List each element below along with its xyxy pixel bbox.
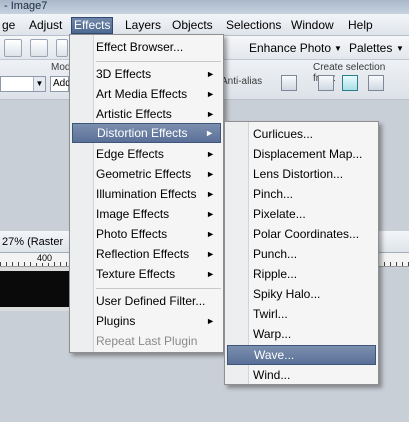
selection-all-icon[interactable] bbox=[281, 75, 297, 91]
mode-combo[interactable]: Add bbox=[50, 76, 71, 92]
menu-item-reflection-effects[interactable]: Reflection Effects ► bbox=[72, 244, 221, 264]
selection-from-vector-icon[interactable] bbox=[368, 75, 384, 91]
window-title: - Image7 bbox=[4, 0, 48, 12]
menu-adjust[interactable]: Adjust bbox=[27, 17, 64, 34]
submenu-arrow-icon: ► bbox=[206, 89, 215, 99]
menu-item-twirl[interactable]: Twirl... bbox=[227, 304, 376, 324]
menu-item-artistic-effects[interactable]: Artistic Effects ► bbox=[72, 104, 221, 124]
menu-item-polar-coordinates[interactable]: Polar Coordinates... bbox=[227, 224, 376, 244]
menu-item-pinch[interactable]: Pinch... bbox=[227, 184, 376, 204]
menu-item-image-effects[interactable]: Image Effects ► bbox=[72, 204, 221, 224]
menu-item-label: Image Effects bbox=[96, 207, 170, 221]
menu-item-label: Artistic Effects bbox=[96, 107, 172, 121]
submenu-arrow-icon: ► bbox=[206, 249, 215, 259]
menu-objects[interactable]: Objects bbox=[170, 17, 215, 34]
menu-item-label: 3D Effects bbox=[96, 67, 152, 81]
submenu-arrow-icon: ► bbox=[206, 209, 215, 219]
menu-item-displacement-map[interactable]: Displacement Map... bbox=[227, 144, 376, 164]
submenu-arrow-icon: ► bbox=[206, 229, 215, 239]
menu-bar: ge Adjust Effects Layers Objects Selecti… bbox=[0, 14, 409, 36]
canvas-right-area bbox=[379, 267, 409, 311]
menu-item-label: Distortion Effects bbox=[97, 126, 188, 140]
menu-item-ripple[interactable]: Ripple... bbox=[227, 264, 376, 284]
chevron-down-icon: ▼ bbox=[33, 77, 45, 91]
print-icon[interactable] bbox=[30, 39, 48, 57]
menu-item-label: Illumination Effects bbox=[96, 187, 197, 201]
menu-selections[interactable]: Selections bbox=[224, 17, 283, 34]
menu-item-label: Effect Browser... bbox=[96, 40, 184, 54]
menu-separator bbox=[96, 61, 221, 62]
effects-menu: Effect Browser... 3D Effects ► Art Media… bbox=[69, 34, 224, 353]
menu-item-label: Repeat Last Plugin bbox=[96, 334, 198, 348]
menu-help[interactable]: Help bbox=[346, 17, 375, 34]
anti-alias-label: Anti-alias bbox=[221, 76, 263, 87]
menu-item-punch[interactable]: Punch... bbox=[227, 244, 376, 264]
menu-item-label: Edge Effects bbox=[96, 147, 164, 161]
menu-effects[interactable]: Effects bbox=[71, 17, 114, 34]
palettes-dropdown-icon[interactable]: ▼ bbox=[396, 44, 404, 53]
menu-item-pixelate[interactable]: Pixelate... bbox=[227, 204, 376, 224]
menu-item-wind[interactable]: Wind... bbox=[227, 365, 376, 385]
submenu-arrow-icon: ► bbox=[206, 189, 215, 199]
save-icon[interactable] bbox=[4, 39, 22, 57]
menu-item-curlicues[interactable]: Curlicues... bbox=[227, 124, 376, 144]
menu-item-lens-distortion[interactable]: Lens Distortion... bbox=[227, 164, 376, 184]
menu-item-user-defined-filter[interactable]: User Defined Filter... bbox=[72, 291, 221, 311]
menu-item-3d-effects[interactable]: 3D Effects ► bbox=[72, 64, 221, 84]
menu-item-spiky-halo[interactable]: Spiky Halo... bbox=[227, 284, 376, 304]
menu-item-edge-effects[interactable]: Edge Effects ► bbox=[72, 144, 221, 164]
title-bar: - Image7 bbox=[0, 0, 409, 14]
submenu-arrow-icon: ► bbox=[206, 169, 215, 179]
menu-item-warp[interactable]: Warp... bbox=[227, 324, 376, 344]
menu-item-distortion-effects[interactable]: Distortion Effects ► bbox=[72, 123, 221, 143]
menu-layers[interactable]: Layers bbox=[123, 17, 163, 34]
menu-image[interactable]: ge bbox=[0, 17, 17, 34]
selection-from-mask-icon[interactable] bbox=[342, 75, 358, 91]
menu-separator bbox=[96, 288, 221, 289]
selection-from-layer-icon[interactable] bbox=[318, 75, 334, 91]
menu-item-label: Plugins bbox=[96, 314, 136, 328]
menu-window[interactable]: Window bbox=[289, 17, 336, 34]
document-title-bar: 27% (Raster 1) bbox=[0, 231, 73, 270]
enhance-photo-dropdown-icon[interactable]: ▼ bbox=[334, 44, 342, 53]
distortion-effects-submenu: Curlicues... Displacement Map... Lens Di… bbox=[224, 121, 379, 385]
ruler-label: 400 bbox=[36, 253, 54, 263]
menu-item-photo-effects[interactable]: Photo Effects ► bbox=[72, 224, 221, 244]
menu-item-label: Reflection Effects bbox=[96, 247, 190, 261]
submenu-arrow-icon: ► bbox=[206, 269, 215, 279]
menu-item-label: Texture Effects bbox=[96, 267, 176, 281]
menu-item-label: User Defined Filter... bbox=[96, 294, 206, 308]
submenu-arrow-icon: ► bbox=[206, 109, 215, 119]
undo-icon[interactable] bbox=[56, 39, 68, 57]
submenu-arrow-icon: ► bbox=[206, 316, 215, 326]
menu-item-label: Art Media Effects bbox=[96, 87, 188, 101]
document-title-bar-right bbox=[379, 231, 409, 253]
selection-type-combo[interactable]: ▼ bbox=[0, 76, 46, 92]
menu-item-illumination-effects[interactable]: Illumination Effects ► bbox=[72, 184, 221, 204]
menu-item-plugins[interactable]: Plugins ► bbox=[72, 311, 221, 331]
menu-item-repeat-last-plugin: Repeat Last Plugin bbox=[72, 331, 221, 351]
submenu-arrow-icon: ► bbox=[206, 69, 215, 79]
submenu-arrow-icon: ► bbox=[205, 128, 214, 138]
menu-item-label: Geometric Effects bbox=[96, 167, 192, 181]
menu-item-label: Photo Effects bbox=[96, 227, 168, 241]
menu-item-art-media-effects[interactable]: Art Media Effects ► bbox=[72, 84, 221, 104]
enhance-photo-button[interactable]: Enhance Photo bbox=[249, 41, 331, 55]
menu-item-wave[interactable]: Wave... bbox=[227, 345, 376, 365]
menu-item-effect-browser[interactable]: Effect Browser... bbox=[72, 37, 221, 57]
submenu-arrow-icon: ► bbox=[206, 149, 215, 159]
menu-item-texture-effects[interactable]: Texture Effects ► bbox=[72, 264, 221, 284]
palettes-button[interactable]: Palettes bbox=[349, 41, 392, 55]
menu-item-geometric-effects[interactable]: Geometric Effects ► bbox=[72, 164, 221, 184]
